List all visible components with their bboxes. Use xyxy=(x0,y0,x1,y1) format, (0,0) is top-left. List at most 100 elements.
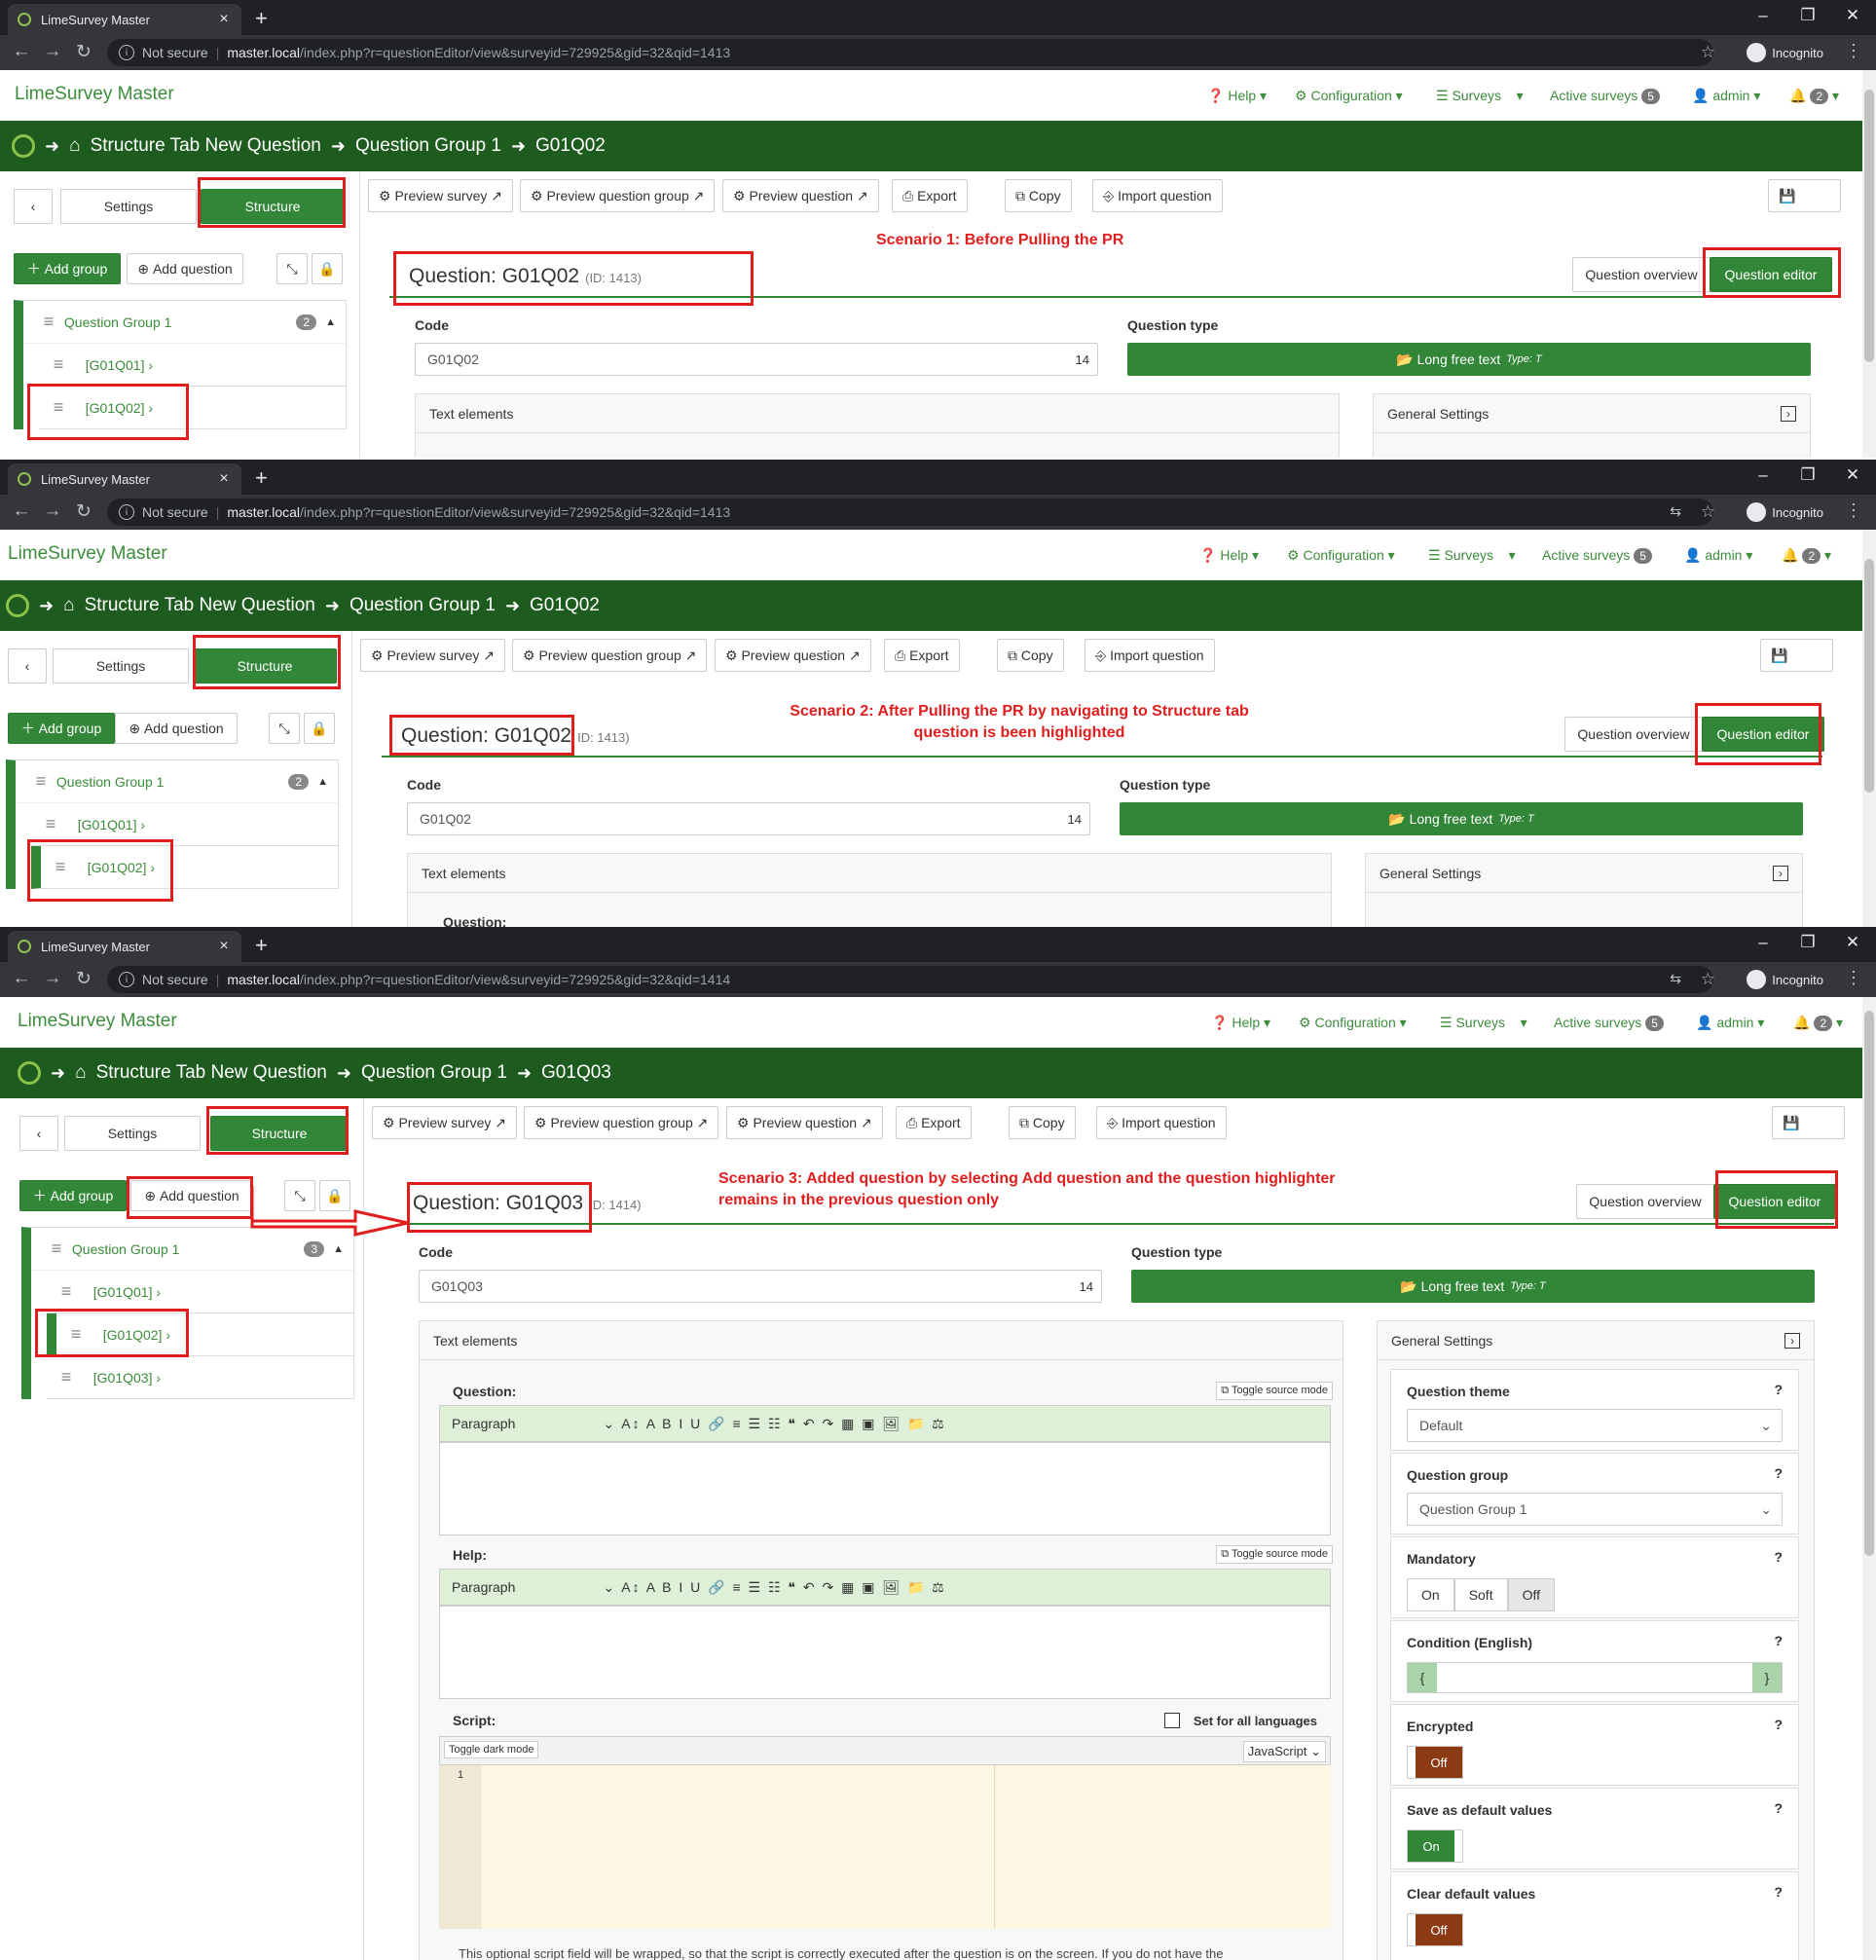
active-surveys-link[interactable]: Active surveys 5 xyxy=(1542,547,1652,564)
incognito-indicator[interactable]: Incognito xyxy=(1747,43,1823,62)
breadcrumb-survey[interactable]: Structure Tab New Question xyxy=(96,1062,327,1084)
tree-item-g01q02[interactable]: ≡ [G01Q02] › xyxy=(39,387,346,429)
minimize-icon[interactable]: – xyxy=(1744,465,1783,485)
set-all-languages[interactable]: Set for all languages xyxy=(1163,1713,1317,1728)
help-mark-icon[interactable]: ? xyxy=(1774,1382,1783,1397)
preview-question-button[interactable]: ⚙ Preview question ↗ xyxy=(726,1106,883,1139)
minimize-icon[interactable]: – xyxy=(1744,933,1783,952)
add-question-button[interactable]: ⊕ Add question xyxy=(127,253,243,284)
mandatory-soft[interactable]: Soft xyxy=(1453,1578,1508,1611)
tab-settings[interactable]: Settings xyxy=(60,189,197,224)
help-mark-icon[interactable]: ? xyxy=(1774,1884,1783,1900)
back-icon[interactable]: ← xyxy=(8,41,35,62)
restore-icon[interactable]: ❐ xyxy=(1788,6,1827,25)
configuration-menu[interactable]: ⚙ Configuration ▾ xyxy=(1299,1015,1407,1031)
import-question-button[interactable]: ⎆ Import question xyxy=(1085,639,1215,672)
forward-icon[interactable]: → xyxy=(39,968,66,989)
condition-input[interactable]: { } xyxy=(1407,1662,1783,1693)
preview-group-button[interactable]: ⚙ Preview question group ↗ xyxy=(520,179,716,212)
browser-tab[interactable]: LimeSurvey Master × xyxy=(8,931,241,962)
surveys-menu[interactable]: ☰ Surveys ▾ xyxy=(1440,1015,1527,1031)
condition-text[interactable] xyxy=(1437,1663,1752,1692)
set-all-languages-checkbox[interactable] xyxy=(1163,1713,1180,1728)
drag-handle-icon[interactable]: ≡ xyxy=(39,397,78,418)
close-tab-icon[interactable]: × xyxy=(216,11,232,28)
general-settings-header[interactable]: General Settings › xyxy=(1366,854,1802,893)
close-window-icon[interactable]: ✕ xyxy=(1833,933,1872,952)
preview-group-button[interactable]: ⚙ Preview question group ↗ xyxy=(524,1106,719,1139)
import-question-button[interactable]: ⎆ Import question xyxy=(1096,1106,1227,1139)
tab-settings[interactable]: Settings xyxy=(53,648,189,684)
close-window-icon[interactable]: ✕ xyxy=(1833,465,1872,485)
scrollbar-thumb[interactable] xyxy=(1864,1011,1874,1556)
code-input[interactable]: G01Q02 14 xyxy=(407,802,1090,835)
drag-handle-icon[interactable]: ≡ xyxy=(56,1324,95,1345)
breadcrumb-survey[interactable]: Structure Tab New Question xyxy=(91,135,321,157)
chevron-right-icon[interactable]: › xyxy=(1773,865,1788,881)
add-group-button[interactable]: ＋ Add group xyxy=(8,713,115,744)
question-type-button[interactable]: 📂 Long free text Type: T xyxy=(1127,343,1811,376)
preview-survey-button[interactable]: ⚙ Preview survey ↗ xyxy=(372,1106,517,1139)
add-group-button[interactable]: ＋ Add group xyxy=(19,1180,127,1211)
tab-structure[interactable]: Structure xyxy=(210,1116,349,1151)
question-overview-button[interactable]: Question overview xyxy=(1572,257,1710,292)
help-mark-icon[interactable]: ? xyxy=(1774,1717,1783,1732)
general-settings-header[interactable]: General Settings › xyxy=(1374,394,1810,433)
preview-survey-button[interactable]: ⚙ Preview survey ↗ xyxy=(368,179,513,212)
back-icon[interactable]: ← xyxy=(8,500,35,522)
paragraph-select[interactable]: Paragraph xyxy=(452,1416,515,1431)
tree-item-g01q02[interactable]: ≡ [G01Q02] › xyxy=(31,846,338,889)
notifications-menu[interactable]: 🔔 2 ▾ xyxy=(1793,1015,1843,1031)
page-scrollbar[interactable] xyxy=(1862,530,1876,927)
forward-icon[interactable]: → xyxy=(39,500,66,522)
copy-button[interactable]: ⧉ Copy xyxy=(1005,179,1072,212)
breadcrumb-group[interactable]: Question Group 1 xyxy=(349,595,496,616)
surveys-menu[interactable]: ☰ Surveys ▾ xyxy=(1436,88,1524,104)
close-tab-icon[interactable]: × xyxy=(216,938,232,955)
question-type-button[interactable]: 📂 Long free text Type: T xyxy=(1131,1270,1815,1303)
active-surveys-link[interactable]: Active surveys 5 xyxy=(1554,1015,1664,1031)
chevron-right-icon[interactable]: › xyxy=(1781,405,1796,422)
code-input[interactable]: G01Q03 14 xyxy=(419,1270,1102,1303)
brand-link[interactable]: LimeSurvey Master xyxy=(8,543,167,565)
question-text-area[interactable] xyxy=(439,1442,1331,1535)
help-menu[interactable]: ❓ Help ▾ xyxy=(1207,88,1267,104)
question-overview-button[interactable]: Question overview xyxy=(1564,717,1703,752)
save-default-switch[interactable]: On xyxy=(1407,1830,1463,1863)
translate-icon[interactable]: ⇆ xyxy=(1670,503,1681,520)
caret-up-icon[interactable]: ▲ xyxy=(333,1243,344,1255)
save-button[interactable]: 💾 Save xyxy=(1760,639,1834,672)
code-input[interactable]: G01Q02 14 xyxy=(415,343,1098,376)
tree-item-g01q03[interactable]: ≡ [G01Q03] › xyxy=(47,1356,353,1399)
paragraph-select[interactable]: Paragraph xyxy=(452,1579,515,1595)
question-type-button[interactable]: 📂 Long free text Type: T xyxy=(1120,802,1803,835)
help-menu[interactable]: ❓ Help ▾ xyxy=(1199,547,1259,564)
preview-question-button[interactable]: ⚙ Preview question ↗ xyxy=(715,639,871,672)
import-question-button[interactable]: ⎆ Import question xyxy=(1092,179,1223,212)
admin-menu[interactable]: 👤 admin ▾ xyxy=(1692,88,1760,104)
incognito-indicator[interactable]: Incognito xyxy=(1747,502,1823,522)
caret-up-icon[interactable]: ▲ xyxy=(317,776,328,788)
browser-menu-icon[interactable]: ⋮ xyxy=(1845,500,1862,521)
copy-button[interactable]: ⧉ Copy xyxy=(1009,1106,1076,1139)
reload-icon[interactable]: ↻ xyxy=(70,41,97,63)
incognito-indicator[interactable]: Incognito xyxy=(1747,970,1823,989)
collapse-all-icon[interactable]: ⤡ xyxy=(269,713,300,744)
question-editor-button[interactable]: Question editor xyxy=(1713,1184,1836,1219)
question-editor-button[interactable]: Question editor xyxy=(1702,717,1824,752)
toggle-source-button[interactable]: ⧉ Toggle source mode xyxy=(1216,1545,1333,1564)
tree-item-g01q02[interactable]: ≡ [G01Q02] › xyxy=(47,1313,353,1356)
minimize-icon[interactable]: – xyxy=(1744,6,1783,25)
collapse-sidebar-button[interactable]: ‹ xyxy=(19,1116,58,1151)
general-settings-header[interactable]: General Settings › xyxy=(1378,1321,1814,1360)
lock-icon[interactable]: 🔒 xyxy=(312,253,343,284)
scrollbar-thumb[interactable] xyxy=(1864,90,1874,362)
brand-link[interactable]: LimeSurvey Master xyxy=(15,84,174,105)
reload-icon[interactable]: ↻ xyxy=(70,968,97,990)
preview-survey-button[interactable]: ⚙ Preview survey ↗ xyxy=(360,639,505,672)
export-button[interactable]: ⎙ Export xyxy=(896,1106,972,1139)
help-mark-icon[interactable]: ? xyxy=(1774,1633,1783,1648)
collapse-all-icon[interactable]: ⤡ xyxy=(276,253,308,284)
drag-handle-icon[interactable]: ≡ xyxy=(47,1281,86,1302)
active-surveys-link[interactable]: Active surveys 5 xyxy=(1550,88,1660,104)
